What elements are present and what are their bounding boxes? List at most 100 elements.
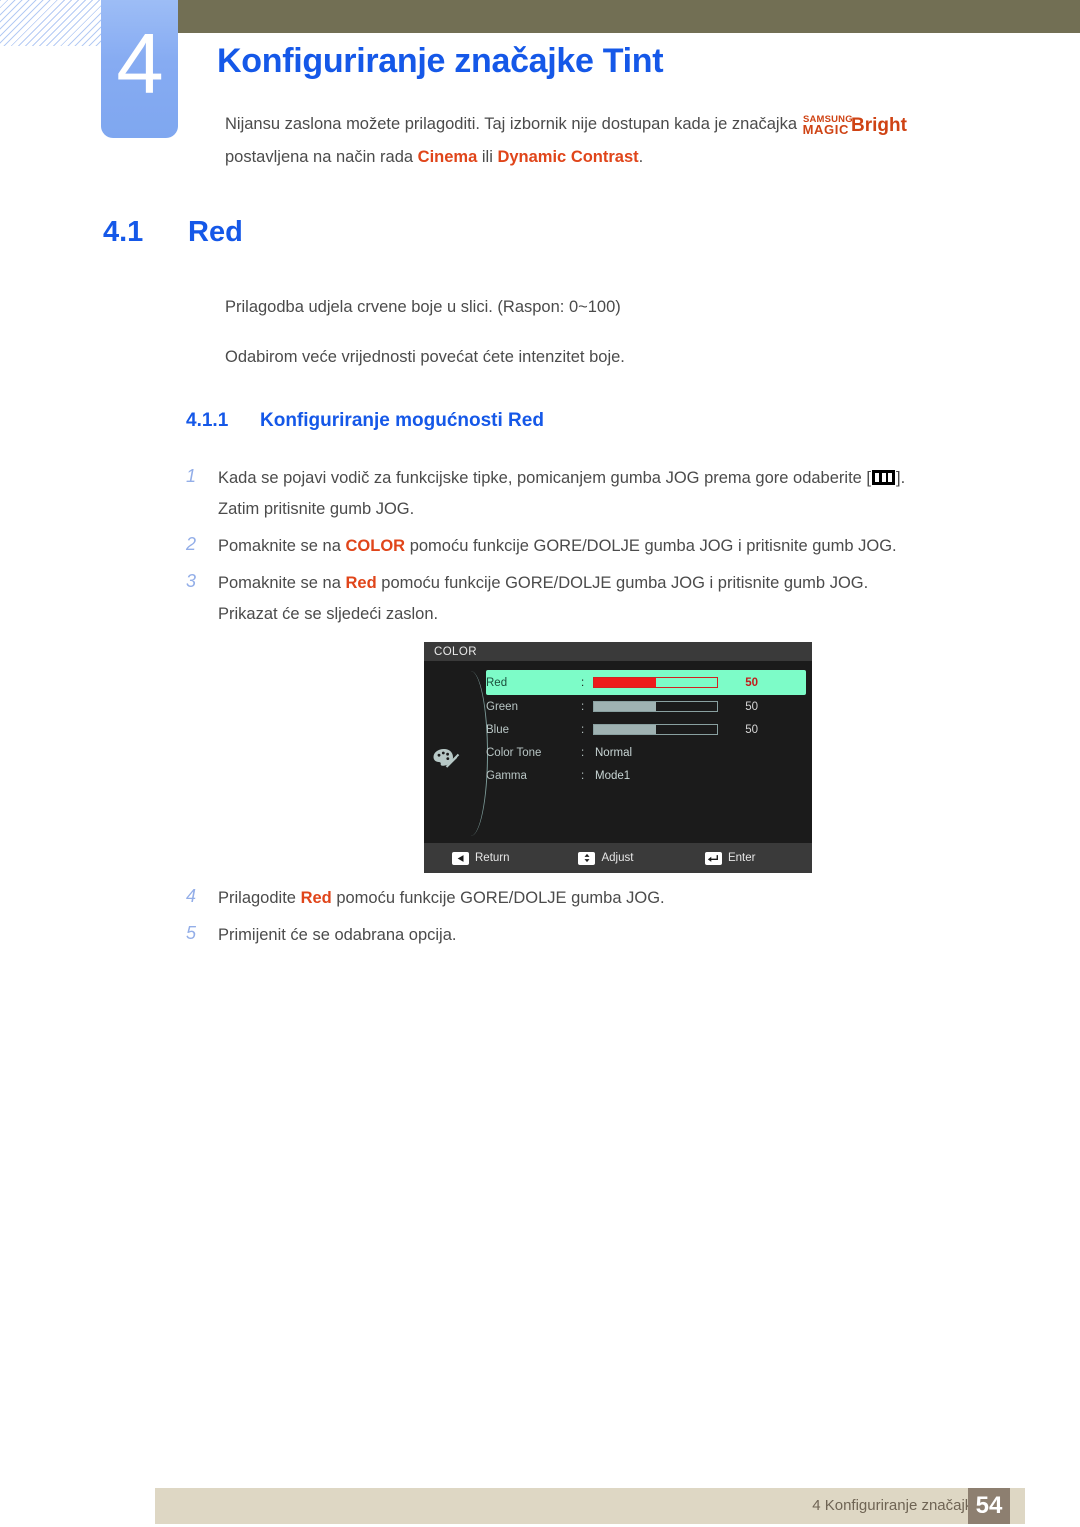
osd-row-colon: :: [581, 676, 585, 689]
osd-body: Red : 50 Green : 50 Blue: 50 Color Tone…: [424, 661, 812, 843]
intro-mode-cinema: Cinema: [417, 148, 478, 166]
intro-period: .: [638, 148, 644, 166]
step-text-before: Pomaknite se na: [218, 537, 341, 555]
step-number: 5: [186, 923, 197, 943]
osd-row-label: Color Tone: [486, 746, 542, 759]
subsection-title: Konfiguriranje mogućnosti Red: [260, 410, 544, 431]
osd-footer-bar: Return Adjust Enter: [424, 843, 812, 873]
slider-fill: [594, 678, 656, 687]
section-title: Red: [188, 216, 243, 248]
step-body: Pomaknite se na Red pomoću funkcije GORE…: [218, 568, 996, 630]
osd-row-control[interactable]: 50: [593, 724, 806, 736]
section-paragraph-1: Prilagodba udjela crvene boje u slici. (…: [225, 298, 621, 316]
intro-conjunction: ili: [481, 148, 493, 166]
step-text-before: Prilagodite: [218, 889, 296, 907]
list-item: 5 Primijenit će se odabrana opcija.: [186, 920, 996, 951]
enter-arrow-icon: [704, 851, 722, 865]
osd-row-green[interactable]: Green : 50: [486, 695, 806, 718]
osd-row-label: Gamma: [486, 769, 527, 782]
osd-rows: Red : 50 Green : 50 Blue: 50 Color Tone…: [486, 670, 806, 787]
list-item: 3 Pomaknite se na Red pomoću funkcije GO…: [186, 568, 996, 630]
osd-row-control[interactable]: Mode1: [593, 770, 806, 782]
osd-row-red[interactable]: Red : 50: [486, 670, 806, 695]
osd-row-label: Blue: [486, 723, 510, 736]
osd-row-control[interactable]: 50: [593, 677, 806, 689]
osd-row-value: 50: [745, 676, 758, 689]
list-item: 4 Prilagodite Red pomoću funkcije GORE/D…: [186, 883, 996, 914]
step-sub-line: Prikazat će se sljedeći zaslon.: [218, 605, 439, 623]
slider-fill: [594, 725, 656, 734]
osd-row-value: Mode1: [595, 769, 631, 782]
osd-menu-screenshot: COLOR Red : 50 Green: 50 Blue: 50 Colo…: [424, 642, 812, 873]
left-arrow-icon: [452, 851, 469, 865]
chapter-intro-paragraph: Nijansu zaslona možete prilagoditi. Taj …: [225, 108, 995, 173]
osd-row-blue[interactable]: Blue : 50: [486, 718, 806, 741]
section-heading: 4.1 Red: [103, 216, 243, 249]
document-page: 4 Konfiguriranje značajke Tint Nijansu z…: [0, 0, 1080, 1527]
color-menu-icon: [872, 470, 895, 485]
step-text-after: pomoću funkcije GORE/DOLJE gumba JOG.: [336, 889, 665, 907]
logo-samsung-text: SAMSUNG: [802, 114, 853, 125]
step-text-before: Pomaknite se na: [218, 574, 341, 592]
magicbright-logo: SAMSUNG MAGIC Bright: [803, 109, 907, 141]
osd-footer-return[interactable]: Return: [452, 851, 578, 865]
osd-row-gamma[interactable]: Gamma : Mode1: [486, 764, 806, 787]
palette-icon: [432, 747, 462, 771]
list-item: 1 Kada se pojavi vodič za funkcijske tip…: [186, 463, 996, 525]
chapter-number: 4: [116, 17, 163, 112]
subsection-heading: 4.1.1 Konfiguriranje mogućnosti Red: [186, 410, 544, 432]
chapter-title: Konfiguriranje značajke Tint: [217, 42, 664, 80]
chapter-number-tab: 4: [101, 0, 178, 138]
osd-row-colon: :: [581, 700, 585, 713]
slider-fill: [594, 702, 656, 711]
step-sub-line: Zatim pritisnite gumb JOG.: [218, 500, 415, 518]
subsection-number: 4.1.1: [186, 410, 229, 431]
osd-row-control[interactable]: Normal: [593, 747, 806, 759]
osd-title-bar: COLOR: [424, 642, 812, 661]
osd-row-colon: :: [581, 746, 585, 759]
osd-row-color-tone[interactable]: Color Tone : Normal: [486, 741, 806, 764]
step-text-after: ].: [896, 469, 906, 487]
step-text-after: pomoću funkcije GORE/DOLJE gumba JOG i p…: [409, 537, 897, 555]
slider-track[interactable]: [593, 701, 718, 712]
step-text-before: Primijenit će se odabrana opcija.: [218, 926, 457, 944]
osd-row-label: Red: [486, 676, 508, 689]
logo-bright-text: Bright: [851, 115, 907, 137]
osd-row-value: Normal: [595, 746, 633, 759]
up-down-arrow-icon: [578, 851, 596, 865]
logo-magic-text: MAGIC: [802, 122, 849, 138]
osd-footer-enter[interactable]: Enter: [704, 851, 812, 865]
step-number: 4: [186, 886, 197, 906]
osd-footer-label: Return: [475, 852, 510, 864]
osd-row-label: Green: [486, 700, 518, 713]
slider-track[interactable]: [593, 677, 718, 688]
steps-list: 1 Kada se pojavi vodič za funkcijske tip…: [186, 463, 996, 636]
header-olive-bar: [178, 0, 1080, 33]
list-item: 2 Pomaknite se na COLOR pomoću funkcije …: [186, 531, 996, 562]
step-text-before: Kada se pojavi vodič za funkcijske tipke…: [218, 469, 871, 487]
step-number: 3: [186, 571, 197, 591]
osd-row-value: 50: [745, 723, 758, 736]
step-body: Prilagodite Red pomoću funkcije GORE/DOL…: [218, 883, 996, 914]
step-highlight: COLOR: [345, 537, 406, 555]
intro-mode-dynamic-contrast: Dynamic Contrast: [497, 148, 639, 166]
intro-text-part2: postavljena na način rada: [225, 148, 414, 166]
step-body: Pomaknite se na COLOR pomoću funkcije GO…: [218, 531, 996, 562]
section-paragraph-2: Odabirom veće vrijednosti povećat ćete i…: [225, 348, 625, 366]
steps-list-continued: 4 Prilagodite Red pomoću funkcije GORE/D…: [186, 883, 996, 957]
step-highlight: Red: [345, 574, 377, 592]
step-text-after: pomoću funkcije GORE/DOLJE gumba JOG i p…: [381, 574, 869, 592]
osd-row-control[interactable]: 50: [593, 701, 806, 713]
slider-track[interactable]: [593, 724, 718, 735]
intro-text-part1: Nijansu zaslona možete prilagoditi. Taj …: [225, 115, 798, 133]
osd-footer-label: Adjust: [601, 852, 634, 864]
osd-footer-adjust[interactable]: Adjust: [578, 851, 704, 865]
page-number: 54: [968, 1488, 1010, 1524]
step-body: Primijenit će se odabrana opcija.: [218, 920, 996, 951]
section-number: 4.1: [103, 216, 144, 248]
step-number: 2: [186, 534, 197, 554]
osd-row-value: 50: [745, 700, 758, 713]
osd-footer-label: Enter: [727, 852, 756, 864]
step-highlight: Red: [300, 889, 332, 907]
step-number: 1: [186, 466, 197, 486]
